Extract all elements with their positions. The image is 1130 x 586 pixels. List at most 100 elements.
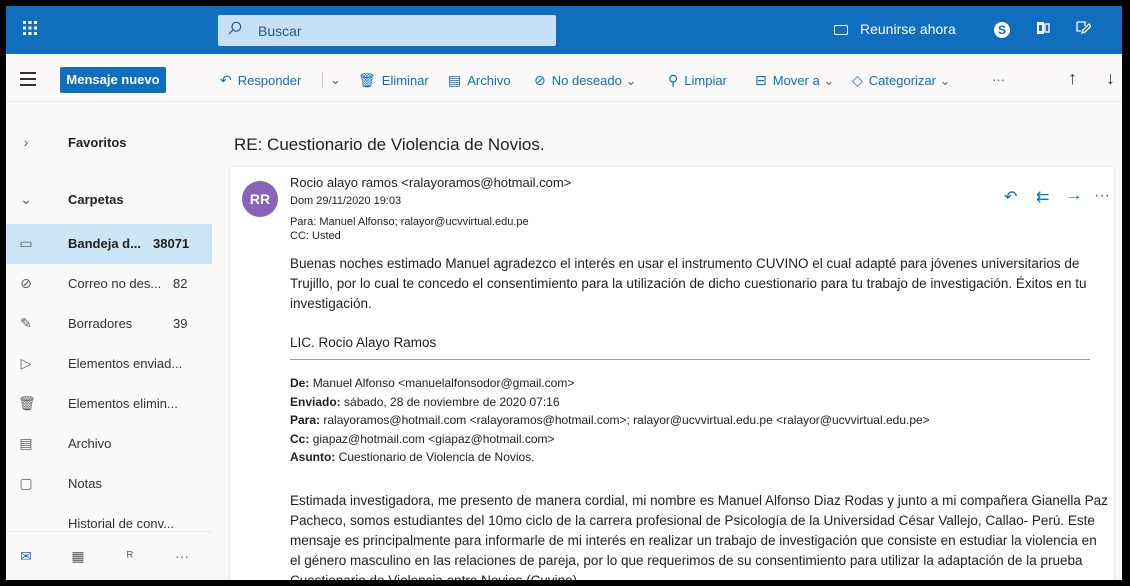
sweep-button[interactable]: ⚲ Limpiar	[668, 72, 727, 89]
command-bar: Mensaje nuevo ↶ Responder ⌄ 🗑 Eliminar ▤ Ar…	[6, 54, 1122, 102]
more-options-button[interactable]: ···	[1094, 187, 1110, 205]
sidebar-item-label: Elementos enviad...	[68, 356, 183, 371]
reading-pane: RE: Cuestionario de Violencia de Novios.…	[218, 103, 1122, 580]
divider	[322, 72, 323, 88]
divider	[290, 359, 1090, 360]
meet-now-label: Reunirse ahora	[860, 21, 956, 37]
more-apps-button[interactable]: ···	[172, 548, 192, 566]
office-icon[interactable]	[1033, 20, 1053, 40]
chevron-down-icon: ⌄	[625, 73, 637, 88]
to-recipients[interactable]: Manuel Alfonso; ralayor@ucvvirtual.edu.p…	[319, 216, 528, 228]
folders-label: Carpetas	[68, 192, 124, 207]
reply-all-icon[interactable]: ⇇	[1036, 187, 1049, 207]
to-label: Para:	[290, 413, 321, 427]
cc-label: Cc:	[290, 431, 310, 446]
search-icon	[228, 21, 242, 35]
move-icon: ⊟	[755, 72, 767, 88]
sender[interactable]: Rocio alayo ramos <ralayoramos@hotmail.c…	[290, 175, 571, 190]
hamburger-menu-icon[interactable]	[20, 68, 36, 88]
delete-label: Eliminar	[381, 73, 429, 88]
block-icon: ⊘	[534, 72, 546, 88]
cc-line: CC: Usted	[290, 230, 341, 242]
signature: LIC. Rocio Alayo Ramos	[290, 335, 437, 350]
unread-count: 82	[173, 276, 188, 291]
app-launcher-icon[interactable]	[20, 20, 40, 40]
pencil-icon: ✎	[20, 315, 32, 331]
cc-value: giapaz@hotmail.com <giapaz@hotmail.com>	[312, 431, 555, 446]
mail-icon[interactable]: ✉	[16, 548, 36, 566]
from-label: De:	[290, 376, 310, 390]
draft-count: 39	[173, 316, 188, 331]
sidebar-item-label: Archivo	[68, 436, 112, 451]
sent-label: Enviado:	[290, 394, 341, 409]
to-label: Para:	[290, 216, 317, 228]
reply-label: Responder	[237, 73, 302, 88]
archive-icon: ▤	[448, 72, 462, 88]
subject-value: Cuestionario de Violencia de Novios.	[338, 450, 535, 464]
to-line: Para: Manuel Alfonso; ralayor@ucvvirtual…	[290, 216, 529, 228]
cc-label: CC:	[290, 230, 309, 242]
sweep-icon: ⚲	[668, 72, 679, 88]
move-to-button[interactable]: ⊟ Mover a ⌄	[755, 72, 834, 89]
sidebar-item-label: Elementos elimin...	[68, 396, 178, 411]
archive-icon: ▤	[19, 435, 33, 451]
feedback-icon[interactable]	[1073, 20, 1093, 40]
top-bar: Buscar Reunirse ahora S	[6, 6, 1122, 54]
reply-options-chevron-icon[interactable]: ⌄	[330, 72, 341, 88]
delete-button[interactable]: 🗑 Eliminar	[358, 72, 429, 89]
tag-icon: ◇	[852, 72, 863, 88]
reply-icon: ↶	[220, 72, 232, 88]
search-input[interactable]: Buscar	[218, 15, 556, 46]
to-value: ralayoramos@hotmail.com <ralayoramos@hot…	[323, 413, 930, 427]
folder-pane: › Favoritos ⌄ Carpetas ▭ Bandeja d... 38…	[6, 103, 212, 580]
note-icon: ▢	[19, 475, 33, 491]
camera-icon	[834, 25, 848, 35]
chevron-right-icon: ›	[23, 134, 29, 150]
reply-button[interactable]: ↶ Responder	[220, 72, 301, 89]
module-switcher: ✉ ▦ ᴿ ···	[6, 531, 212, 580]
meet-now-button[interactable]: Reunirse ahora	[834, 21, 956, 37]
subject-label: Asunto:	[290, 450, 336, 464]
avatar[interactable]: RR	[242, 181, 278, 217]
previous-message-arrow-icon[interactable]: ↑	[1068, 68, 1077, 89]
sidebar-item-notes[interactable]: ▢ Notas	[6, 464, 212, 504]
sidebar-item-deleted[interactable]: 🗑 Elementos elimin...	[6, 384, 212, 424]
reply-icon[interactable]: ↶	[1004, 187, 1017, 207]
trash-icon: 🗑	[358, 72, 376, 88]
message-card: RR Rocio alayo ramos <ralayoramos@hotmai…	[230, 167, 1114, 580]
skype-icon[interactable]: S	[992, 20, 1012, 40]
new-message-button[interactable]: Mensaje nuevo	[60, 67, 166, 93]
send-icon: ▷	[20, 355, 32, 371]
forwarded-header: De: Manuel Alfonso <manuelalfonsodor@gma…	[290, 374, 930, 467]
more-actions-button[interactable]: ···	[992, 72, 1005, 87]
categorize-label: Categorizar	[868, 73, 936, 88]
unread-count: 38071	[153, 236, 190, 251]
people-icon[interactable]: ᴿ	[120, 548, 140, 566]
junk-button[interactable]: ⊘ No deseado ⌄	[534, 72, 636, 89]
archive-button[interactable]: ▤ Archivo	[448, 72, 511, 89]
archive-label: Archivo	[467, 73, 511, 88]
sidebar-item-label: Bandeja d...	[68, 236, 141, 251]
skype-letter: S	[994, 22, 1010, 38]
folders-toggle[interactable]: ⌄ Carpetas	[6, 180, 212, 220]
sidebar-item-drafts[interactable]: ✎ Borradores 39	[6, 304, 212, 344]
inbox-icon: ▭	[19, 235, 33, 251]
message-body: Buenas noches estimado Manuel agradezco …	[290, 256, 1087, 311]
forward-icon[interactable]: →	[1066, 187, 1082, 205]
trash-icon: 🗑	[18, 395, 36, 411]
sidebar-item-inbox[interactable]: ▭ Bandeja d... 38071	[6, 224, 212, 264]
from-value: Manuel Alfonso <manuelalfonsodor@gmail.c…	[312, 376, 575, 390]
sent-value: sábado, 28 de noviembre de 2020 07:16	[344, 394, 560, 409]
calendar-icon[interactable]: ▦	[68, 548, 88, 566]
sidebar-item-archive[interactable]: ▤ Archivo	[6, 424, 212, 464]
favorites-toggle[interactable]: › Favoritos	[6, 123, 212, 163]
move-to-label: Mover a	[772, 73, 820, 88]
cc-recipients[interactable]: Usted	[312, 230, 341, 242]
sweep-label: Limpiar	[684, 73, 727, 88]
categorize-button[interactable]: ◇ Categorizar ⌄	[852, 72, 951, 89]
block-icon: ⊘	[20, 275, 32, 291]
chevron-down-icon: ⌄	[823, 73, 835, 88]
next-message-arrow-icon[interactable]: ↓	[1106, 68, 1115, 89]
sidebar-item-junk[interactable]: ⊘ Correo no des... 82	[6, 264, 212, 304]
sidebar-item-sent[interactable]: ▷ Elementos enviad...	[6, 344, 212, 384]
